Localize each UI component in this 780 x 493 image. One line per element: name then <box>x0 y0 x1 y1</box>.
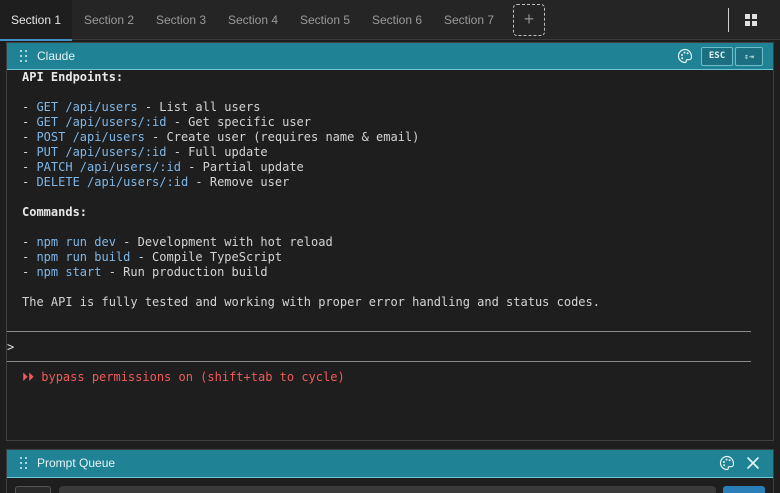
queue-title: Prompt Queue <box>37 456 116 470</box>
prompt-input[interactable]: > <box>7 340 14 355</box>
queue-option-button[interactable] <box>15 486 51 493</box>
drag-handle-icon[interactable] <box>20 457 28 469</box>
prompt-queue-panel: Prompt Queue <box>6 449 774 493</box>
divider <box>728 8 729 32</box>
list-item: - GET /api/users - List all users <box>22 100 261 114</box>
queue-input[interactable] <box>59 486 716 493</box>
queue-header: Prompt Queue <box>7 450 773 478</box>
close-icon[interactable] <box>745 455 761 471</box>
commands-heading: Commands: <box>22 205 88 219</box>
terminal-output: API Endpoints: - GET /api/users - List a… <box>7 70 773 440</box>
permissions-status: ⏵⏵ bypass permissions on (shift+tab to c… <box>22 370 345 384</box>
tab-section-5[interactable]: Section 5 <box>289 0 361 40</box>
escape-button[interactable]: ESC <box>701 47 733 66</box>
summary-text: The API is fully tested and working with… <box>22 295 600 309</box>
tab-section-2[interactable]: Section 2 <box>73 0 145 40</box>
expand-button[interactable]: ⇕⇥ <box>735 47 763 66</box>
grid-icon[interactable] <box>742 11 760 29</box>
list-item: - POST /api/users - Create user (require… <box>22 130 420 144</box>
queue-submit-button[interactable] <box>723 486 765 493</box>
list-item: - DELETE /api/users/:id - Remove user <box>22 175 290 189</box>
drag-handle-icon[interactable] <box>20 50 28 62</box>
tab-bar: Section 1 Section 2 Section 3 Section 4 … <box>0 0 780 41</box>
tab-section-7[interactable]: Section 7 <box>433 0 505 40</box>
queue-body <box>7 478 773 493</box>
tab-section-6[interactable]: Section 6 <box>361 0 433 40</box>
panel-title: Claude <box>37 49 76 63</box>
bypass-icon: ⏵⏵ <box>22 370 35 384</box>
input-top-rule <box>7 331 751 332</box>
tab-section-4[interactable]: Section 4 <box>217 0 289 40</box>
palette-icon[interactable] <box>677 48 693 64</box>
tab-section-1[interactable]: Section 1 <box>0 0 73 41</box>
list-item: - GET /api/users/:id - Get specific user <box>22 115 311 129</box>
palette-icon[interactable] <box>719 455 735 471</box>
tab-section-3[interactable]: Section 3 <box>145 0 217 40</box>
list-item: - PATCH /api/users/:id - Partial update <box>22 160 304 174</box>
add-tab-button[interactable]: + <box>513 4 545 36</box>
endpoints-heading: API Endpoints: <box>22 70 124 84</box>
list-item: - PUT /api/users/:id - Full update <box>22 145 268 159</box>
list-item: - npm start - Run production build <box>22 265 268 279</box>
list-item: - npm run build - Compile TypeScript <box>22 250 283 264</box>
list-item: - npm run dev - Development with hot rel… <box>22 235 333 249</box>
claude-panel: Claude ESC ⇕⇥ API Endpoints: - GET /api/… <box>6 42 774 441</box>
panel-header: Claude ESC ⇕⇥ <box>7 43 773 70</box>
input-bottom-rule <box>7 361 751 362</box>
